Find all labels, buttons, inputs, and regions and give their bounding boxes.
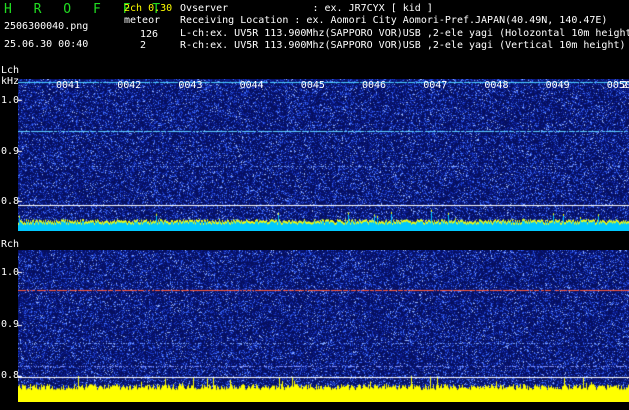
minute-marker-0046: 0046 — [362, 80, 387, 91]
lch-tick-label: 0.8 — [1, 196, 20, 207]
lch-meteor-count: 126 — [140, 29, 159, 40]
datetime-label: 25.06.30 00:40 — [4, 39, 89, 50]
rch-tick-label: 0.9 — [1, 319, 20, 330]
rch-tick-0-9: 0.9 — [1, 320, 19, 330]
lch-unit-label: kHz — [1, 76, 20, 87]
minute-marker-0049: 0049 — [545, 80, 570, 91]
minute-marker-0047: 0047 — [423, 80, 448, 91]
rch-tick-0-8: 0.8 — [1, 371, 19, 381]
app-logo: H R O F F T — [4, 2, 168, 17]
rch-label: Rch — [1, 239, 20, 250]
minute-marker-0045: 0045 — [300, 80, 325, 91]
filename-label: 2506300040.png — [4, 21, 89, 32]
rch-tick-label: 1.0 — [1, 267, 20, 278]
lch-tick-0-8: 0.8 — [1, 197, 19, 207]
minute-marker-0048: 0048 — [484, 80, 509, 91]
lch-tick-label: 1.0 — [1, 95, 20, 106]
rch-tick-label: 0.8 — [1, 370, 20, 381]
minute-marker-0042: 0042 — [117, 80, 142, 91]
lch-tick-label: 0.9 — [1, 146, 20, 157]
lch-waterfall — [18, 79, 629, 231]
version-label: 2ch 0.30 — [124, 3, 173, 14]
lch-spectrogram: 0041 0042 0043 0044 0045 0046 0047 0048 0049 0050… — [18, 79, 629, 231]
rch-waterfall — [18, 250, 629, 402]
minute-marker-0044: 0044 — [239, 80, 264, 91]
minute-marker-0043: 0043 — [178, 80, 203, 91]
minute-marker-0041: 0041 — [56, 80, 81, 91]
location-line: Receiving Location : ex. Aomori City Aom… — [180, 15, 608, 26]
observer-line: Ovserver : ex. JR7CYX [ kid ] — [180, 3, 433, 14]
minute-marker-edge: 2 — [622, 80, 629, 91]
lch-label: Lch — [1, 65, 20, 76]
rch-receiver-line: R-ch:ex. UV5R 113.900Mhz(SAPPORO VOR)USB… — [180, 40, 626, 51]
lch-tick-1-0: 1.0 — [1, 96, 19, 106]
lch-tick-0-9: 0.9 — [1, 147, 19, 157]
meteor-label: meteor — [124, 15, 161, 26]
rch-tick-1-0: 1.0 — [1, 268, 19, 278]
lch-receiver-line: L-ch:ex. UV5R 113.900Mhz(SAPPORO VOR)USB… — [180, 28, 629, 39]
rch-spectrogram — [18, 250, 629, 402]
rch-meteor-count: 2 — [140, 40, 147, 51]
